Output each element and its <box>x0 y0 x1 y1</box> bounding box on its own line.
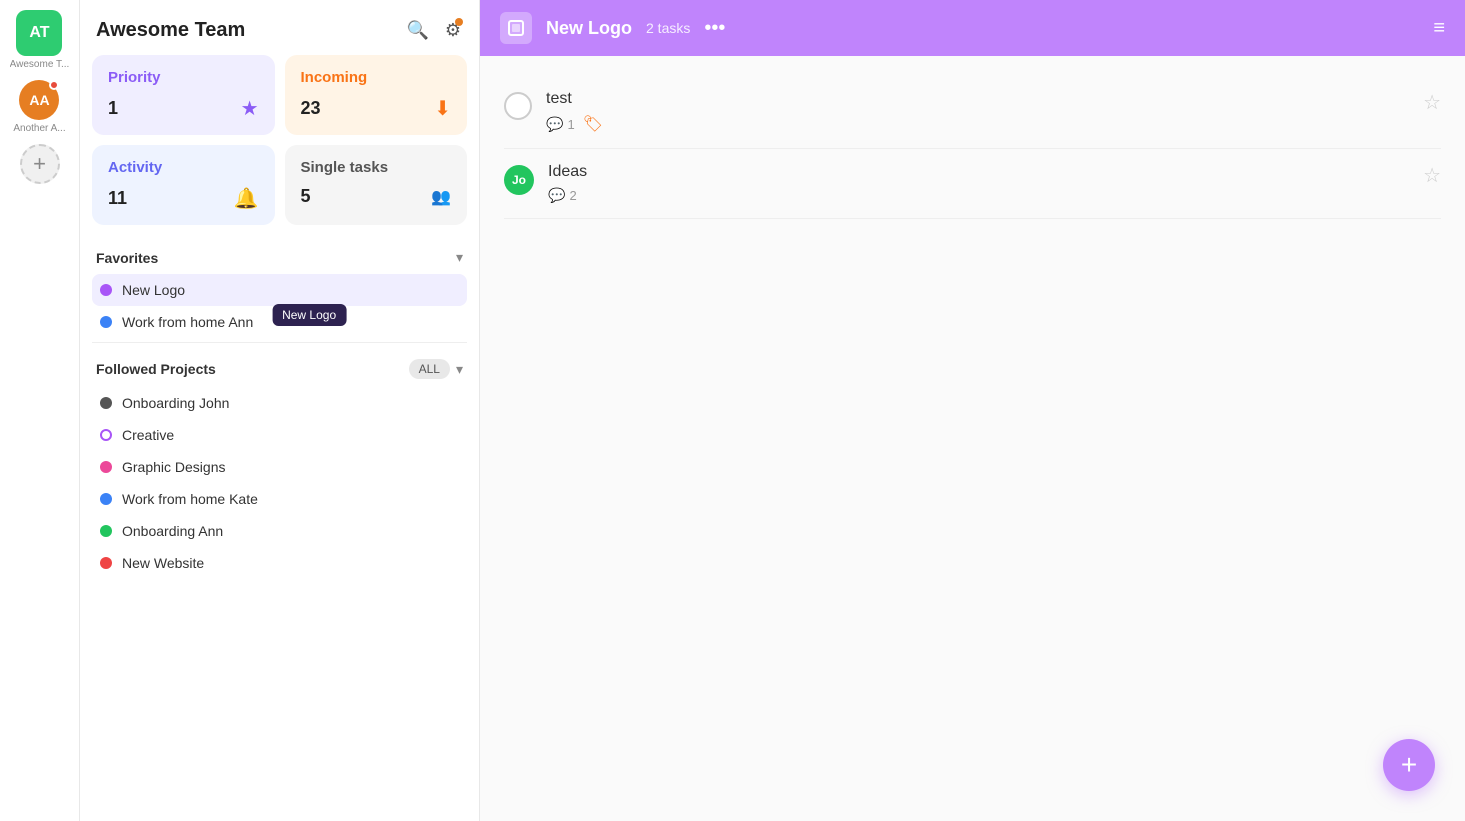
single-tasks-card[interactable]: Single tasks 5 👥 <box>285 145 468 225</box>
followed-projects-label: Followed Projects <box>96 361 216 377</box>
add-task-fab[interactable]: + <box>1383 739 1435 791</box>
priority-count: 1 <box>108 98 118 119</box>
all-filter-button[interactable]: ALL <box>409 359 450 379</box>
work-home-kate-dot <box>100 493 112 505</box>
task-meta: 💬 2 <box>548 187 1409 204</box>
project-icon <box>500 12 532 44</box>
new-website-label: New Website <box>122 555 204 571</box>
more-options-button[interactable]: ••• <box>704 17 725 40</box>
task-title: test <box>546 90 1409 108</box>
filter-icon: ≡ <box>1433 17 1445 39</box>
work-home-ann-dot <box>100 316 112 328</box>
incoming-card-title: Incoming <box>301 69 452 86</box>
followed-projects-collapse-button[interactable]: ▾ <box>456 361 463 378</box>
followed-projects-section-header: Followed Projects ALL ▾ <box>92 347 467 387</box>
creative-label: Creative <box>122 427 174 443</box>
task-star-button[interactable]: ☆ <box>1423 90 1441 115</box>
new-logo-dot <box>100 284 112 296</box>
graphic-designs-label: Graphic Designs <box>122 459 226 475</box>
stats-cards: Priority 1 ★ Incoming 23 ⬇ Activity 11 🔔… <box>80 55 479 237</box>
sidebar-item-new-website[interactable]: New Website <box>92 547 467 579</box>
favorites-label: Favorites <box>96 250 158 266</box>
task-meta: 💬 1 🏷 <box>546 114 1409 134</box>
settings-button[interactable]: ⚙ <box>443 18 463 43</box>
new-logo-label: New Logo <box>122 282 185 298</box>
search-button[interactable]: 🔍 <box>404 18 430 43</box>
divider-1 <box>92 342 467 343</box>
incoming-icon: ⬇ <box>434 96 451 121</box>
content-header: New Logo 2 tasks ••• ≡ <box>480 0 1465 56</box>
team-avatar[interactable]: AT <box>16 10 62 56</box>
sidebar-item-graphic-designs[interactable]: Graphic Designs <box>92 451 467 483</box>
priority-card-title: Priority <box>108 69 259 86</box>
app-sidebar: AT Awesome T... AA Another A... + <box>0 0 80 821</box>
comment-icon: 💬 <box>546 116 563 133</box>
user-workspace[interactable]: AA Another A... <box>13 80 65 134</box>
task-comment-count: 💬 2 <box>548 187 577 204</box>
task-count: 2 tasks <box>646 20 690 36</box>
work-home-kate-label: Work from home Kate <box>122 491 258 507</box>
task-title: Ideas <box>548 163 1409 181</box>
onboarding-john-label: Onboarding John <box>122 395 229 411</box>
user-avatar[interactable]: AA <box>19 80 59 120</box>
main-content: New Logo 2 tasks ••• ≡ test 💬 1 🏷 ☆ <box>480 0 1465 821</box>
sidebar-item-creative[interactable]: Creative <box>92 419 467 451</box>
table-row: test 💬 1 🏷 ☆ <box>504 76 1441 149</box>
task-star-button[interactable]: ☆ <box>1423 163 1441 188</box>
single-tasks-count: 5 <box>301 186 311 207</box>
tag-icon: 🏷 <box>583 114 603 134</box>
add-workspace-button[interactable]: + <box>20 144 60 184</box>
sidebar-item-onboarding-ann[interactable]: Onboarding Ann <box>92 515 467 547</box>
task-checkbox[interactable] <box>504 92 532 120</box>
favorites-section-header: Favorites ▾ <box>92 237 467 274</box>
new-logo-tooltip: New Logo <box>272 304 346 326</box>
activity-count: 11 <box>108 188 127 209</box>
graphic-designs-dot <box>100 461 112 473</box>
onboarding-john-dot <box>100 397 112 409</box>
main-sidebar: Awesome Team 🔍 ⚙ Priority 1 ★ Incoming 2… <box>80 0 480 821</box>
filter-button[interactable]: ≡ <box>1433 17 1445 40</box>
notification-badge <box>49 80 59 90</box>
activity-card[interactable]: Activity 11 🔔 <box>92 145 275 225</box>
task-avatar: Jo <box>504 165 534 195</box>
sidebar-title: Awesome Team <box>96 19 245 42</box>
activity-card-title: Activity <box>108 159 259 176</box>
user-label: Another A... <box>13 123 65 134</box>
task-body: Ideas 💬 2 <box>548 163 1409 204</box>
favorites-collapse-button[interactable]: ▾ <box>456 249 463 266</box>
sidebar-scroll: Favorites ▾ New Logo New Logo Work from … <box>80 237 479 821</box>
incoming-card[interactable]: Incoming 23 ⬇ <box>285 55 468 135</box>
single-tasks-icon: 👥 <box>431 187 451 207</box>
new-website-dot <box>100 557 112 569</box>
sidebar-header: Awesome Team 🔍 ⚙ <box>80 0 479 55</box>
activity-icon: 🔔 <box>234 186 259 211</box>
creative-dot <box>100 429 112 441</box>
team-label: Awesome T... <box>10 59 70 70</box>
task-comment-count: 💬 1 <box>546 116 575 133</box>
sidebar-item-onboarding-john[interactable]: Onboarding John <box>92 387 467 419</box>
search-icon: 🔍 <box>406 20 428 40</box>
settings-badge <box>455 18 463 26</box>
sidebar-item-work-home-kate[interactable]: Work from home Kate <box>92 483 467 515</box>
task-body: test 💬 1 🏷 <box>546 90 1409 134</box>
priority-icon: ★ <box>241 96 259 121</box>
sidebar-item-new-logo[interactable]: New Logo New Logo <box>92 274 467 306</box>
task-list: test 💬 1 🏷 ☆ Jo Ideas 💬 2 <box>480 56 1465 821</box>
incoming-count: 23 <box>301 98 321 119</box>
sidebar-actions: 🔍 ⚙ <box>404 18 463 43</box>
comment-icon: 💬 <box>548 187 565 204</box>
onboarding-ann-label: Onboarding Ann <box>122 523 223 539</box>
team-workspace[interactable]: AT Awesome T... <box>10 10 70 70</box>
single-tasks-title: Single tasks <box>301 159 452 176</box>
onboarding-ann-dot <box>100 525 112 537</box>
work-home-ann-label: Work from home Ann <box>122 314 253 330</box>
table-row: Jo Ideas 💬 2 ☆ <box>504 149 1441 219</box>
priority-card[interactable]: Priority 1 ★ <box>92 55 275 135</box>
project-title: New Logo <box>546 18 632 39</box>
